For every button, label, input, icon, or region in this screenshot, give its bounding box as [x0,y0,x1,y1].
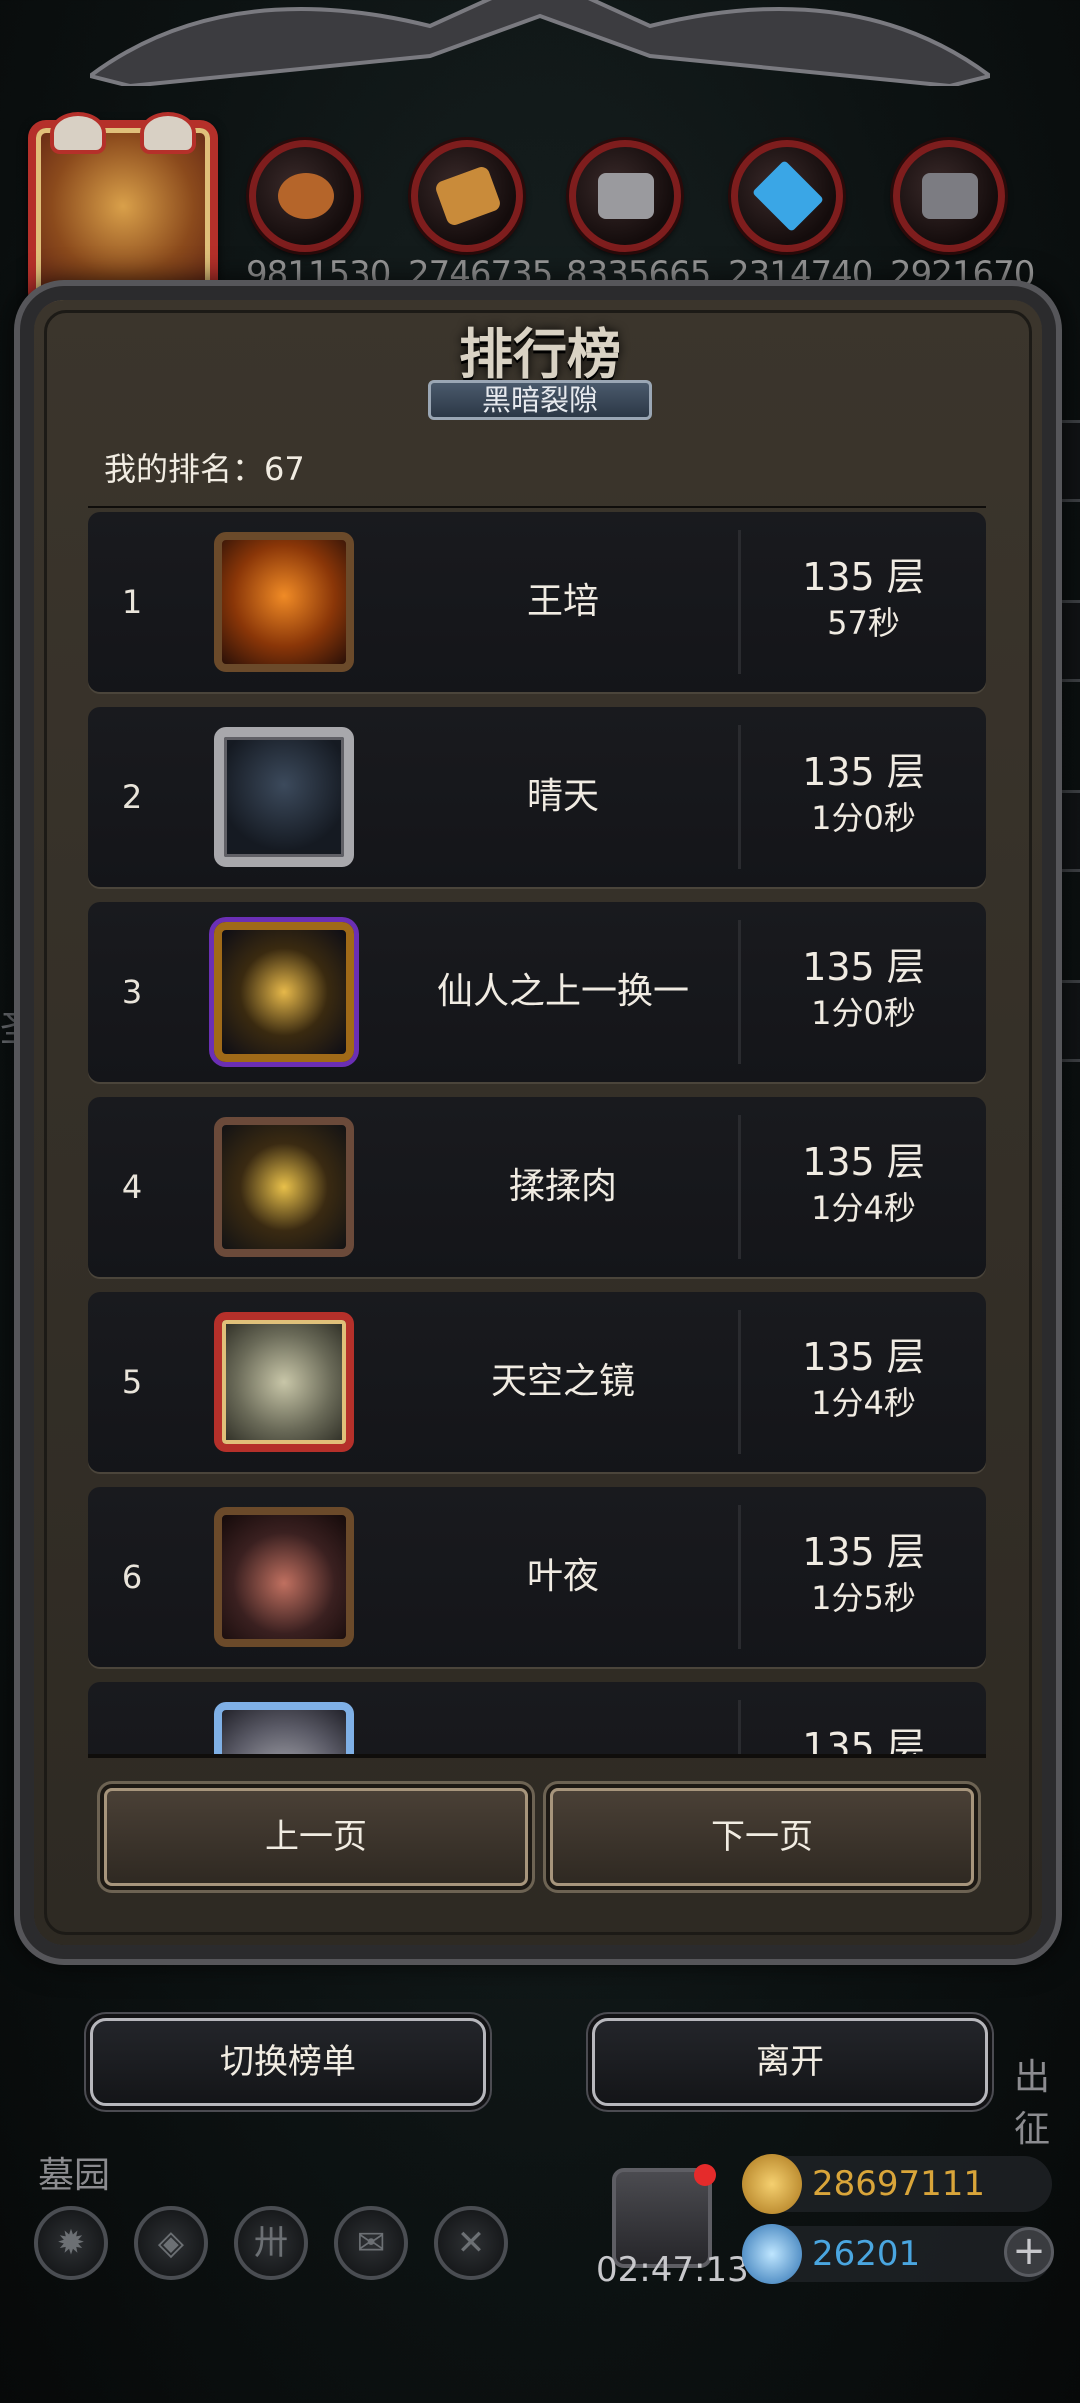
wood-log-icon [249,140,361,252]
side-tab[interactable] [1040,420,1080,502]
resource-value: 8335665 [566,254,711,294]
area-label: 墓园 [38,2155,111,2196]
player-name: 仙人之上一换一 [436,971,689,1012]
leaderboard-row[interactable]: 3 仙人之上一换一 135 层 1分0秒 [88,902,986,1082]
gem-amount: 26201 [812,2234,921,2274]
clear-time: 1分4秒 [811,1384,916,1422]
clear-time: 57秒 [827,604,900,642]
rank-number: 3 [121,973,143,1011]
resource-value: 2746735 [408,254,553,294]
add-currency-button[interactable]: + [1004,2227,1054,2277]
iron-ingot-icon [893,140,1005,252]
mail-icon[interactable]: ✉ [334,2206,408,2280]
switch-leaderboard-button[interactable]: 切换榜单 [90,2018,486,2106]
side-tab[interactable] [1040,790,1080,872]
leaderboard-row[interactable]: 4 揉揉肉 135 层 1分4秒 [88,1097,986,1277]
dialog-crest-ornament [90,0,990,86]
rank-number: 6 [121,1558,143,1596]
gate-icon[interactable]: 卅 [234,2206,308,2280]
crystal-icon [731,140,843,252]
clear-time: 1分5秒 [811,1579,916,1617]
golden-crown-purple-portrait [214,922,354,1062]
rank-number: 2 [121,778,143,816]
player-name: 揉揉肉 [508,1166,617,1207]
player-name: 叶夜 [526,1556,599,1597]
floor-count: 135 层 [802,945,925,989]
player-name [418,1682,708,1754]
dark-cave-portrait [214,727,354,867]
leaderboard-list[interactable]: 1 王培 135 层 57秒 2 晴天 135 层 1分0秒 3 仙人之上一换一… [88,512,986,1754]
side-tab[interactable] [1040,600,1080,682]
rank-number [88,1682,176,1754]
resource-value: 9811530 [246,254,391,294]
wood-plank-icon [411,140,523,252]
resource-value: 2314740 [728,254,873,294]
floor-count: 135 层 [802,1335,925,1379]
gold-coin-icon [742,2154,802,2214]
player-name: 天空之镜 [490,1361,635,1402]
avatar-ear-decoration [50,112,106,154]
expedition-label[interactable]: 出征 [1014,2048,1080,2152]
leave-button[interactable]: 离开 [592,2018,988,2106]
avatar-ear-decoration [140,112,196,154]
seashell-portrait [214,1702,354,1754]
floor-count: 135 层 [802,750,925,794]
floor-count: 135 层 [802,555,925,599]
divider [88,1754,986,1758]
player-avatar[interactable] [28,112,218,310]
gold-currency: 28697111 [742,2154,1052,2214]
my-rank-label: 我的排名：67 [104,450,305,488]
clear-time: 1分4秒 [811,1189,916,1227]
floor-count: 135 层 [802,1140,925,1184]
rank-number: 1 [121,583,143,621]
leaderboard-row[interactable]: 6 叶夜 135 层 1分5秒 [88,1487,986,1667]
gold-amount: 28697111 [812,2164,986,2204]
golden-crown-floral-portrait [214,1117,354,1257]
leaderboard-row[interactable]: 5 天空之镜 135 层 1分4秒 [88,1292,986,1472]
crossed-swords-icon[interactable]: ✕ [434,2206,508,2280]
notification-dot [694,2164,716,2186]
leaderboard-row[interactable]: 135 层 [88,1682,986,1754]
pumpkin-witch-portrait [214,532,354,672]
resource-value: 2921670 [890,254,1035,294]
divider [88,506,986,508]
next-page-button[interactable]: 下一页 [550,1788,974,1886]
leaderboard-category-tab[interactable]: 黑暗裂隙 [428,380,652,420]
prev-page-button[interactable]: 上一页 [104,1788,528,1886]
resource-bar: 9811530 2746735 8335665 2314740 2921670 [0,110,1080,310]
resource-iron[interactable]: 2921670 [890,140,1035,294]
clear-time: 1分0秒 [811,799,916,837]
resource-stone[interactable]: 8335665 [566,140,711,294]
leaderboard-row[interactable]: 2 晴天 135 层 1分0秒 [88,707,986,887]
gift-timer: 02:47:13 [596,2250,749,2290]
settings-gear-icon[interactable]: ✹ [34,2206,108,2280]
leaderboard-row[interactable]: 1 王培 135 层 57秒 [88,512,986,692]
resource-wood-log[interactable]: 9811530 [246,140,391,294]
player-name: 晴天 [526,776,599,817]
stone-stairs-icon [569,140,681,252]
player-name: 王培 [526,581,599,622]
shield-icon[interactable]: ◈ [134,2206,208,2280]
side-tab[interactable] [1040,980,1080,1062]
rank-number: 5 [121,1363,143,1401]
witch-girl-portrait [214,1507,354,1647]
floor-count: 135 层 [802,1725,925,1754]
lion-angel-portrait [214,1312,354,1452]
rank-number: 4 [121,1168,143,1206]
clear-time: 1分0秒 [811,994,916,1032]
resource-crystal[interactable]: 2314740 [728,140,873,294]
dialog-title: 排行榜 [459,322,621,386]
gem-icon [742,2224,802,2284]
floor-count: 135 层 [802,1530,925,1574]
resource-wood-plank[interactable]: 2746735 [408,140,553,294]
